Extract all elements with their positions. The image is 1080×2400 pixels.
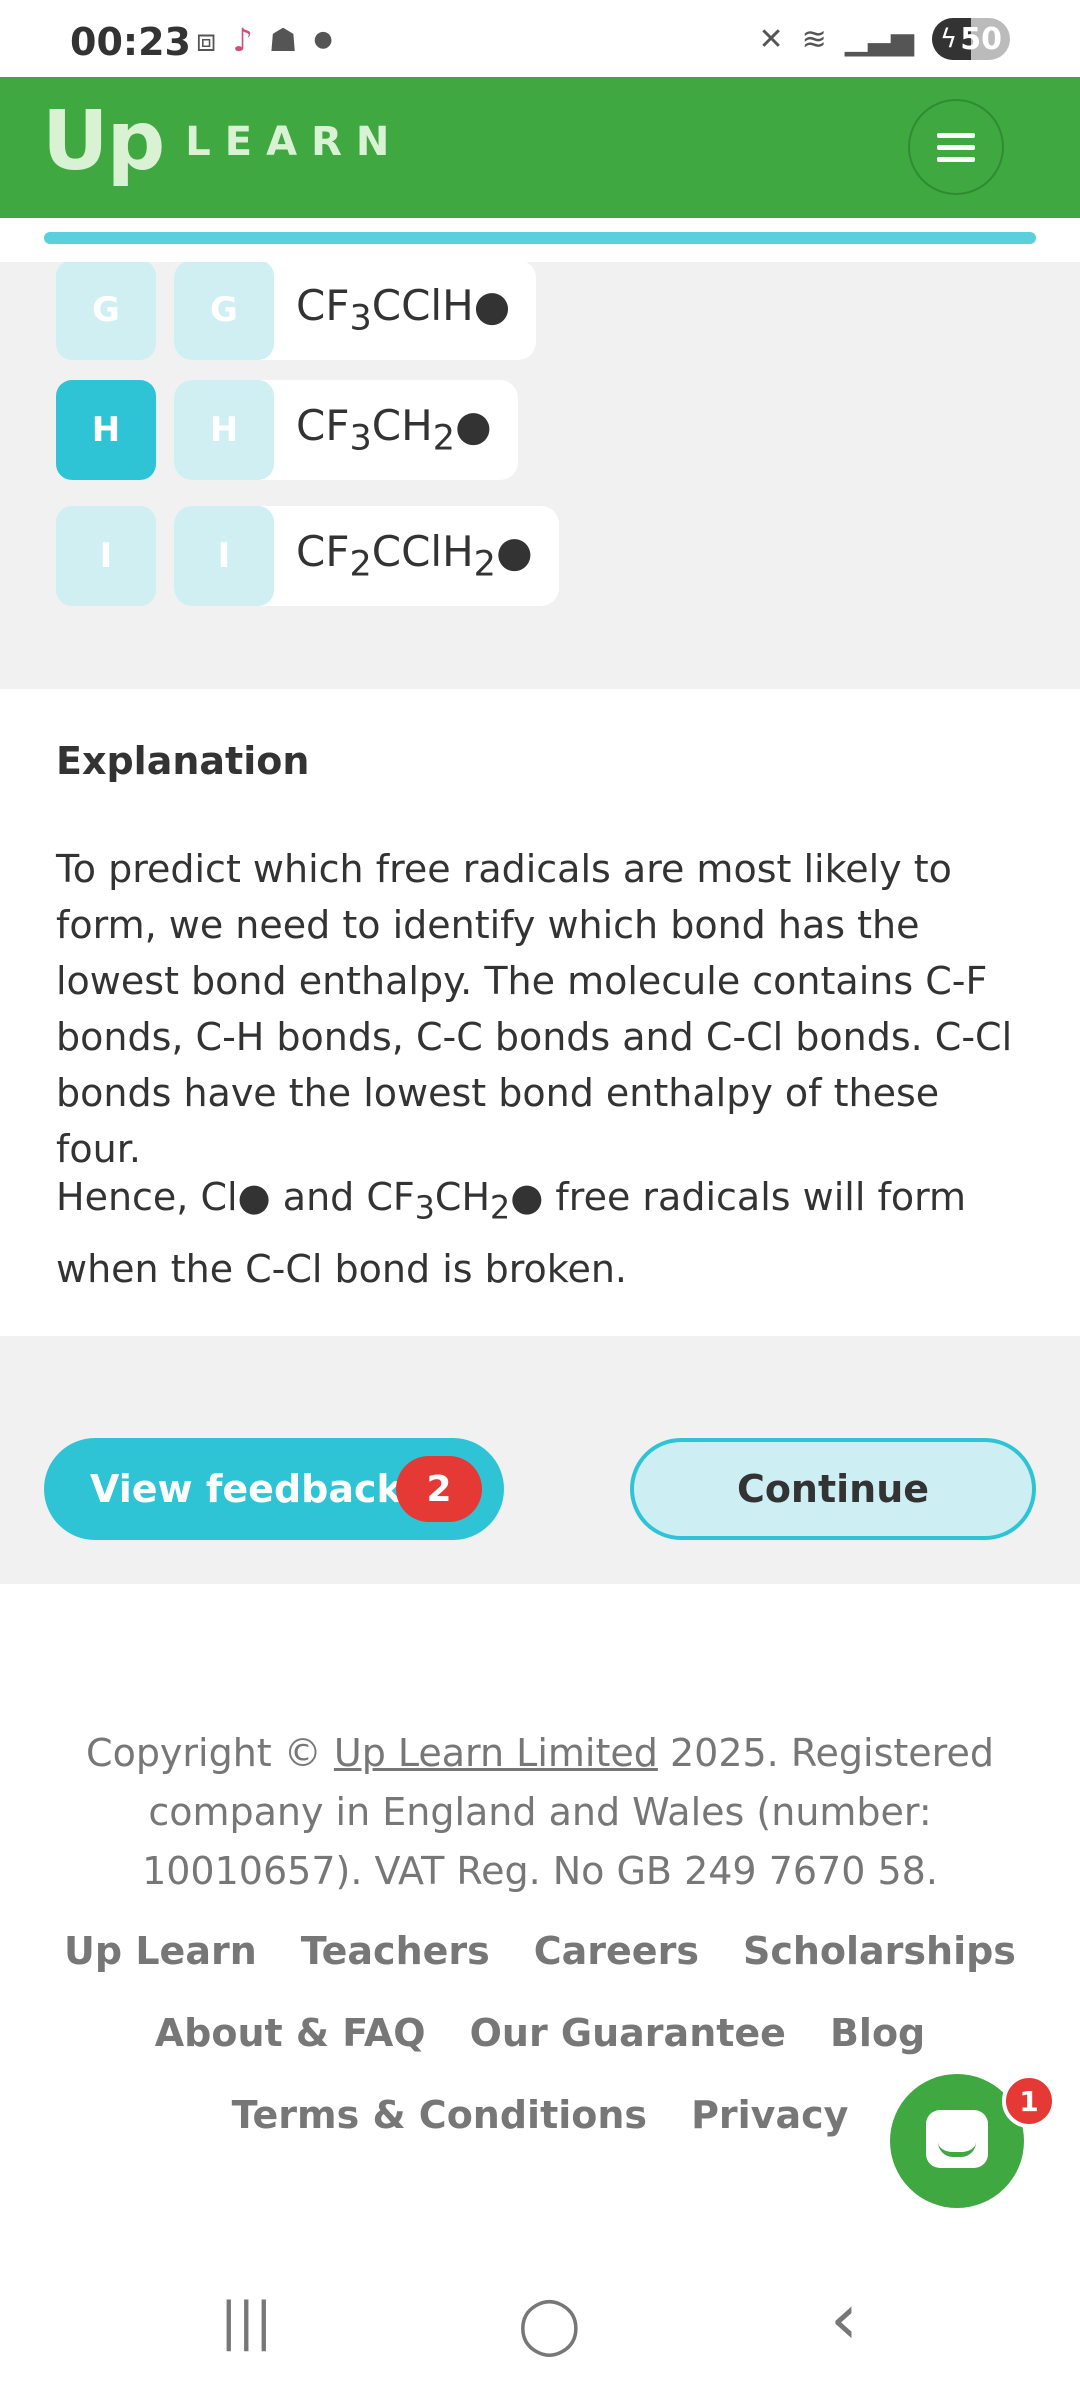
view-feedback-label: View feedback — [90, 1467, 402, 1511]
action-bar: View feedback 2 Continue — [0, 1336, 1080, 1584]
explanation-section: Explanation To predict which free radica… — [0, 689, 1080, 1336]
chat-unread-badge: 1 — [1002, 2074, 1056, 2128]
footer-links-row: About & FAQ Our Guarantee Blog — [40, 2011, 1040, 2055]
notification-icons: ⧈ ♪ ☗ ● — [196, 22, 333, 58]
answer-letter[interactable]: I — [56, 506, 156, 606]
tiktok-icon: ♪ — [232, 21, 253, 59]
footer-links-row: Up Learn Teachers Careers Scholarships — [40, 1929, 1040, 1973]
answer-tag: H — [174, 380, 274, 480]
recents-icon[interactable]: ||| — [220, 2292, 273, 2352]
explanation-paragraph: To predict which free radicals are most … — [56, 847, 1013, 1171]
answer-formula: CF3CClH● — [296, 281, 511, 339]
view-feedback-button[interactable]: View feedback 2 — [44, 1438, 504, 1540]
footer-link-teachers[interactable]: Teachers — [301, 1929, 490, 1973]
status-bar: 00:23 ⧈ ♪ ☗ ● ✕ ≋ ▁▃▅ ϟ 50 — [0, 0, 1080, 77]
footer-link-scholarships[interactable]: Scholarships — [743, 1929, 1016, 1973]
screenshot-icon: ⧈ — [196, 21, 217, 59]
progress-fill — [44, 232, 1036, 244]
continue-button[interactable]: Continue — [630, 1438, 1036, 1540]
up-learn-limited-link[interactable]: Up Learn Limited — [334, 1731, 658, 1775]
footer-link-careers[interactable]: Careers — [534, 1929, 699, 1973]
progress-track — [44, 232, 1036, 244]
signal-icon: ▁▃▅ — [844, 21, 914, 57]
footer-link-about-faq[interactable]: About & FAQ — [155, 2011, 426, 2055]
explanation-conclusion: Hence, Cl● and CF3CH2● free radicals wil… — [56, 1175, 967, 1291]
footer-link-terms[interactable]: Terms & Conditions — [232, 2093, 647, 2137]
answer-row-g[interactable]: G G CF3CClH● — [56, 262, 537, 360]
answer-option[interactable]: G CF3CClH● — [174, 262, 537, 360]
battery-level: 50 — [960, 22, 1002, 57]
answer-option[interactable]: H CF3CH2● — [174, 380, 518, 480]
more-dot-icon: ● — [313, 27, 333, 52]
answer-options: G G CF3CClH● H H CF3CH2● I I CF2CClH2● — [0, 262, 1080, 689]
answer-formula: CF2CClH2● — [296, 527, 533, 585]
menu-icon-bar — [937, 132, 975, 138]
answer-letter-selected[interactable]: H — [56, 380, 156, 480]
battery-icon: ϟ 50 — [932, 18, 1010, 60]
home-icon[interactable]: ◯ — [518, 2292, 581, 2357]
menu-icon-bar — [937, 156, 975, 162]
explanation-title: Explanation — [56, 739, 310, 783]
mute-icon: ✕ — [758, 21, 784, 57]
app-header: Up LEARN — [0, 77, 1080, 218]
hamburger-menu-button[interactable] — [908, 99, 1004, 195]
footer-link-our-guarantee[interactable]: Our Guarantee — [470, 2011, 786, 2055]
logo-up: Up — [42, 94, 165, 189]
status-time: 00:23 — [70, 20, 191, 64]
system-icons: ✕ ≋ ▁▃▅ ϟ 50 — [758, 18, 1010, 60]
system-nav-bar: ||| ◯ ‹ — [0, 2264, 1080, 2400]
answer-letter[interactable]: G — [56, 262, 156, 360]
footer-link-blog[interactable]: Blog — [830, 2011, 925, 2055]
up-learn-logo[interactable]: Up LEARN — [42, 97, 403, 187]
answer-row-i[interactable]: I I CF2CClH2● — [56, 506, 559, 606]
footer-link-up-learn[interactable]: Up Learn — [64, 1929, 257, 1973]
back-icon[interactable]: ‹ — [830, 2278, 858, 2360]
copyright-text: Copyright © Up Learn Limited 2025. Regis… — [86, 1731, 994, 1893]
logo-learn: LEARN — [185, 119, 404, 165]
answer-tag: I — [174, 506, 274, 606]
answer-formula: CF3CH2● — [296, 401, 492, 459]
answer-option[interactable]: I CF2CClH2● — [174, 506, 559, 606]
snapchat-icon: ☗ — [268, 21, 298, 59]
menu-icon-bar — [937, 144, 975, 150]
lesson-progress — [0, 218, 1080, 262]
wifi-icon: ≋ — [801, 21, 827, 57]
chat-icon — [926, 2110, 988, 2168]
feedback-count-badge: 2 — [396, 1456, 482, 1522]
footer-link-privacy[interactable]: Privacy — [691, 2093, 848, 2137]
answer-row-h[interactable]: H H CF3CH2● — [56, 380, 518, 480]
answer-tag: G — [174, 262, 274, 360]
